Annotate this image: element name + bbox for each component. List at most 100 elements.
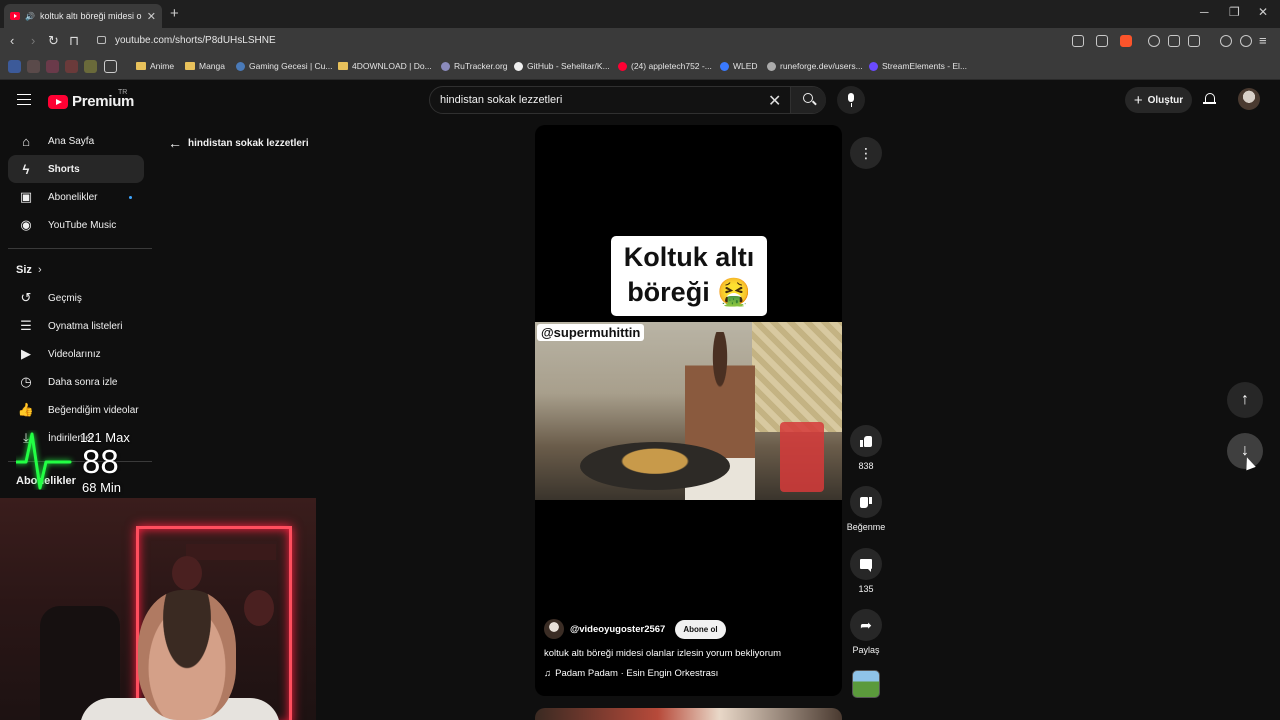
- brave-shield-icon[interactable]: [1120, 35, 1132, 47]
- bookmark-gaming-gecesi[interactable]: Gaming Gecesi | Cu...: [236, 61, 332, 71]
- speaker-icon[interactable]: 🔊: [25, 12, 35, 21]
- caption-line-2: böreği 🤮: [627, 277, 751, 307]
- search-box[interactable]: hindistan sokak lezzetleri ✕: [429, 86, 826, 114]
- music-link[interactable]: ♫ Padam Padam · Esin Engin Orkestrası: [544, 668, 718, 679]
- search-input[interactable]: hindistan sokak lezzetleri: [440, 94, 562, 106]
- thumbs-up-icon: 👍: [17, 402, 35, 417]
- dislike-button[interactable]: [850, 486, 882, 518]
- sidebar-item-watch-later[interactable]: ◷ Daha sonra izle: [8, 368, 144, 396]
- site-icon: [869, 61, 878, 71]
- back-to-search-link[interactable]: ← hindistan sokak lezzetleri: [168, 135, 309, 151]
- reload-icon[interactable]: ↻: [48, 33, 59, 49]
- sidebar-item-subscriptions[interactable]: ▣ Abonelikler: [8, 183, 144, 211]
- video-wok: [580, 442, 730, 490]
- new-tab-button[interactable]: +: [170, 5, 179, 22]
- sidebar-item-liked-videos[interactable]: 👍 Beğendiğim videolar: [8, 396, 144, 424]
- channel-avatar[interactable]: [544, 619, 564, 639]
- subscribe-button[interactable]: Abone ol: [675, 619, 726, 639]
- heart-rate-min: 68 Min: [82, 480, 122, 495]
- sidebar-toggle-icon[interactable]: [1188, 35, 1200, 47]
- menu-icon[interactable]: ≡: [1259, 33, 1267, 48]
- cast-icon[interactable]: [1072, 35, 1084, 47]
- subscriptions-icon: ▣: [19, 189, 33, 204]
- folder-icon: [136, 62, 146, 70]
- back-icon[interactable]: ‹: [10, 33, 14, 48]
- url-field[interactable]: youtube.com/shorts/P8dUHsLSHNE: [115, 35, 276, 46]
- chevron-right-icon[interactable]: ›: [38, 264, 42, 276]
- bookmark-wled[interactable]: WLED: [720, 61, 758, 71]
- extension-icon[interactable]: [1148, 35, 1160, 47]
- caption-line-1: Koltuk altı: [623, 242, 755, 272]
- sidebar-item-history[interactable]: ↺ Geçmiş: [8, 284, 144, 312]
- comment-icon: [860, 559, 872, 572]
- vpn-shield-icon[interactable]: [1240, 35, 1252, 47]
- forward-icon[interactable]: ›: [31, 33, 35, 48]
- bookmark-icon-5[interactable]: [84, 60, 97, 73]
- sidebar-item-youtube-music[interactable]: ◉ YouTube Music: [8, 211, 144, 239]
- close-window-icon[interactable]: ✕: [1258, 5, 1268, 19]
- comments-button[interactable]: [850, 548, 882, 580]
- media-icon[interactable]: [1220, 35, 1232, 47]
- site-info-icon[interactable]: [97, 36, 106, 44]
- bookmark-streamelements[interactable]: StreamElements - El...: [869, 61, 967, 71]
- address-bar: ‹ › ↻ ⊓ youtube.com/shorts/P8dUHsLSHNE ≡: [0, 28, 1280, 54]
- video-description[interactable]: koltuk altı böreği midesi olanlar izlesi…: [544, 648, 781, 659]
- search-button[interactable]: [790, 87, 826, 113]
- site-icon: [767, 61, 776, 71]
- create-button[interactable]: + Oluştur: [1125, 87, 1192, 113]
- share-page-icon[interactable]: [1096, 35, 1108, 47]
- bookmark-icon[interactable]: ⊓: [69, 33, 79, 49]
- account-avatar[interactable]: [1238, 88, 1260, 110]
- clear-search-icon[interactable]: ✕: [768, 91, 781, 111]
- wall-shelf: [186, 544, 276, 560]
- bookmark-icon-3[interactable]: [46, 60, 59, 73]
- browser-tab[interactable]: 🔊 koltuk altı böreği midesi olan ✕: [4, 4, 162, 28]
- folder-icon: [185, 62, 195, 70]
- bookmark-youtube-channel[interactable]: (24) appletech752 -...: [618, 61, 712, 71]
- previous-short-button[interactable]: ↑: [1227, 382, 1263, 418]
- thumbs-up-icon: [860, 435, 872, 447]
- folder-icon: [338, 62, 348, 70]
- hamburger-menu-icon[interactable]: [17, 94, 31, 105]
- sidebar-item-playlists[interactable]: ☰ Oynatma listeleri: [8, 312, 144, 340]
- like-button[interactable]: [850, 425, 882, 457]
- video-watermark: @supermuhittin: [537, 324, 645, 341]
- minimize-icon[interactable]: ─: [1200, 5, 1209, 19]
- restore-icon[interactable]: ❐: [1229, 5, 1240, 19]
- you-section-heading[interactable]: Siz: [16, 264, 32, 276]
- bookmark-icon-2[interactable]: [27, 60, 40, 73]
- voice-search-icon[interactable]: [837, 86, 865, 114]
- video-caption-overlay: Koltuk altı böreği 🤮: [611, 236, 767, 316]
- heart-rate-pulse-icon: [16, 432, 72, 490]
- extensions-puzzle-icon[interactable]: [1168, 35, 1180, 47]
- bookmark-github[interactable]: GitHub - Sehelitar/K...: [514, 61, 610, 71]
- bookmark-anime[interactable]: Anime: [136, 61, 174, 71]
- share-arrow-icon: ➦: [860, 616, 872, 633]
- next-short-preview: [535, 708, 842, 720]
- notifications-bell-icon[interactable]: [1203, 92, 1217, 106]
- sound-thumbnail[interactable]: [852, 670, 880, 698]
- bookmark-runeforge[interactable]: runeforge.dev/users...: [767, 61, 863, 71]
- clock-icon: ◷: [20, 374, 32, 389]
- youtube-play-icon: [48, 94, 68, 109]
- bookmark-4download[interactable]: 4DOWNLOAD | Do...: [338, 61, 432, 71]
- bookmark-icon-1[interactable]: [8, 60, 21, 73]
- video-frame: @supermuhittin: [535, 322, 842, 500]
- share-label: Paylaş: [852, 645, 880, 655]
- bookmark-manga[interactable]: Manga: [185, 61, 225, 71]
- close-tab-icon[interactable]: ✕: [147, 10, 156, 23]
- bookmark-rutracker[interactable]: RuTracker.org: [441, 61, 508, 71]
- sidebar-item-shorts[interactable]: ϟ Shorts: [8, 155, 144, 183]
- sidebar-item-home[interactable]: ⌂ Ana Sayfa: [8, 127, 144, 155]
- apps-grid-icon[interactable]: [104, 60, 117, 73]
- channel-name[interactable]: @videoyugoster2567: [570, 624, 665, 635]
- more-options-button[interactable]: ⋮: [850, 137, 882, 169]
- bookmark-icon-4[interactable]: [65, 60, 78, 73]
- sidebar-item-your-videos[interactable]: ▶ Videolarınız: [8, 340, 144, 368]
- site-icon: [441, 61, 450, 71]
- share-button[interactable]: ➦: [850, 609, 882, 641]
- heart-rate-current: 88: [82, 443, 119, 480]
- shorts-video-player[interactable]: Koltuk altı böreği 🤮 @supermuhittin @vid…: [535, 125, 842, 696]
- history-icon: ↺: [20, 290, 32, 305]
- comment-count: 135: [858, 584, 874, 594]
